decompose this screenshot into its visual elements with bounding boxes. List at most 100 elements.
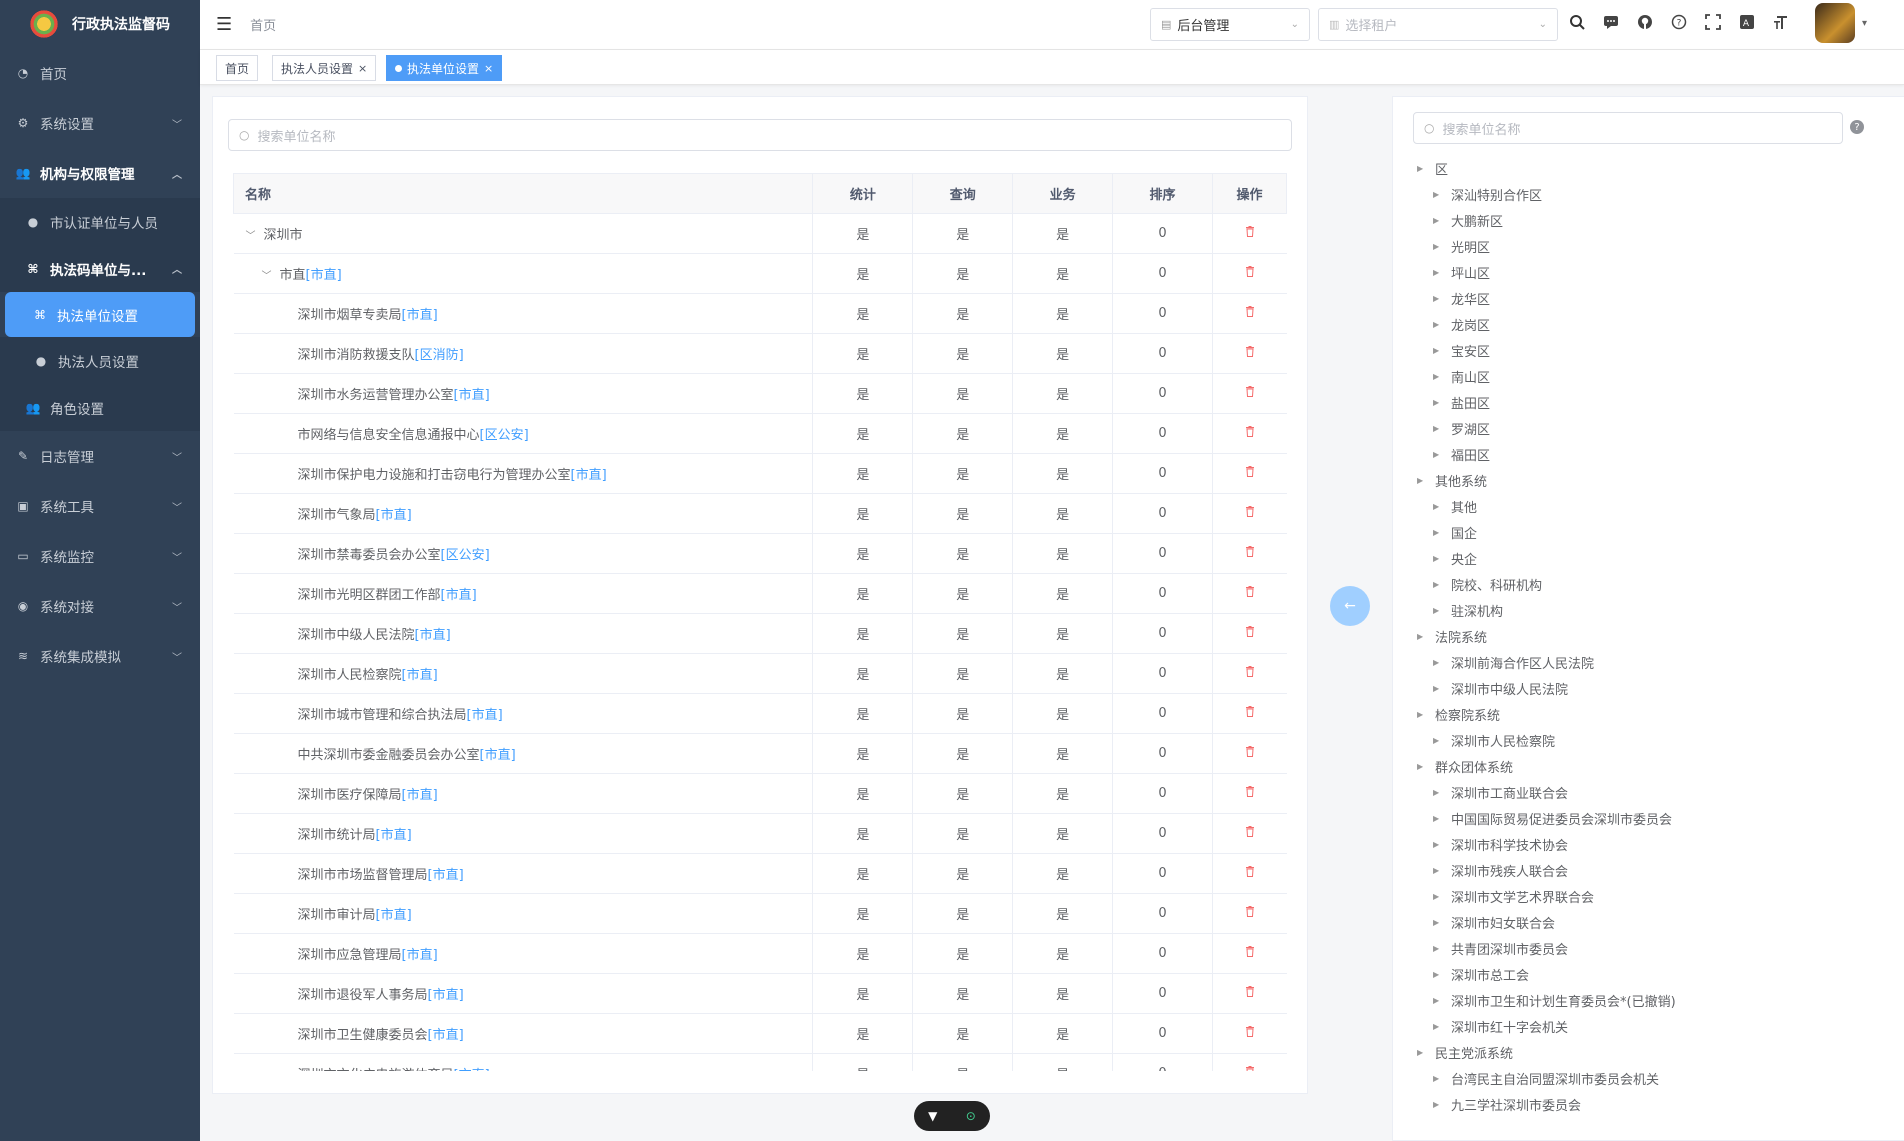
delete-icon[interactable] bbox=[1245, 586, 1255, 600]
caret-right-icon[interactable]: ▶ bbox=[1417, 1048, 1427, 1057]
sidebar-item-8[interactable]: ✎ 日志管理 ﹀ bbox=[0, 431, 200, 481]
caret-right-icon[interactable]: ▶ bbox=[1433, 294, 1443, 303]
tree-node[interactable]: ▶ 检察院系统 bbox=[1400, 701, 1676, 727]
caret-right-icon[interactable]: ▶ bbox=[1433, 502, 1443, 511]
delete-icon[interactable] bbox=[1245, 1026, 1255, 1040]
column-header[interactable]: 排序 bbox=[1112, 173, 1213, 214]
tree-node[interactable]: ▶ 坪山区 bbox=[1400, 259, 1676, 285]
caret-right-icon[interactable]: ▶ bbox=[1433, 1022, 1443, 1031]
delete-icon[interactable] bbox=[1245, 466, 1255, 480]
help-icon[interactable]: ? bbox=[1670, 13, 1688, 31]
sidebar-item-5[interactable]: ⌘ 执法单位设置 bbox=[5, 292, 195, 337]
unit-search-input[interactable]: ○ 搜索单位名称 bbox=[228, 119, 1292, 151]
message-icon[interactable] bbox=[1602, 13, 1620, 31]
fullscreen-icon[interactable] bbox=[1704, 13, 1722, 31]
tree-node[interactable]: ▶ 光明区 bbox=[1400, 233, 1676, 259]
tenant-select[interactable]: ▥ 选择租户 ⌄ bbox=[1318, 8, 1558, 41]
sidebar-item-0[interactable]: ◔ 首页 bbox=[0, 48, 200, 98]
caret-right-icon[interactable]: ▶ bbox=[1433, 268, 1443, 277]
delete-icon[interactable] bbox=[1245, 346, 1255, 360]
caret-right-icon[interactable]: ▶ bbox=[1433, 450, 1443, 459]
tree-node[interactable]: ▶ 罗湖区 bbox=[1400, 415, 1676, 441]
caret-down-icon[interactable]: ▾ bbox=[1862, 18, 1867, 29]
caret-right-icon[interactable]: ▶ bbox=[1433, 892, 1443, 901]
tree-node[interactable]: ▶ 群众团体系统 bbox=[1400, 753, 1676, 779]
column-header[interactable]: 操作 bbox=[1212, 173, 1287, 214]
caret-right-icon[interactable]: ▶ bbox=[1433, 814, 1443, 823]
delete-icon[interactable] bbox=[1245, 826, 1255, 840]
caret-right-icon[interactable]: ▶ bbox=[1433, 424, 1443, 433]
vue-icon[interactable]: ▼ bbox=[928, 1109, 937, 1123]
caret-right-icon[interactable]: ▶ bbox=[1433, 684, 1443, 693]
table-row[interactable]: 深圳市消防救援支队[区消防] 是是是 0 bbox=[233, 333, 1287, 374]
sidebar-item-1[interactable]: ⚙ 系统设置 ﹀ bbox=[0, 98, 200, 148]
delete-icon[interactable] bbox=[1245, 426, 1255, 440]
tree-node[interactable]: ▶ 深圳市科学技术协会 bbox=[1400, 831, 1676, 857]
tree-node[interactable]: ▶ 区 bbox=[1400, 155, 1676, 181]
sidebar-item-11[interactable]: ◉ 系统对接 ﹀ bbox=[0, 581, 200, 631]
caret-right-icon[interactable]: ▶ bbox=[1433, 866, 1443, 875]
table-row[interactable]: 深圳市人民检察院[市直] 是是是 0 bbox=[233, 653, 1287, 694]
app-logo[interactable]: 行政执法监督码 bbox=[0, 0, 200, 48]
delete-icon[interactable] bbox=[1245, 386, 1255, 400]
close-icon[interactable]: × bbox=[358, 62, 367, 75]
sidebar-item-3[interactable]: ● 市认证单位与人员 bbox=[0, 198, 200, 245]
caret-right-icon[interactable]: ▶ bbox=[1433, 1074, 1443, 1083]
font-size-icon[interactable] bbox=[1772, 13, 1790, 31]
caret-right-icon[interactable]: ▶ bbox=[1417, 762, 1427, 771]
tab-1[interactable]: 执法人员设置 × bbox=[272, 55, 377, 81]
delete-icon[interactable] bbox=[1245, 226, 1255, 240]
tree-node[interactable]: ▶ 盐田区 bbox=[1400, 389, 1676, 415]
tree-node[interactable]: ▶ 九三学社深圳市委员会 bbox=[1400, 1091, 1676, 1117]
table-row[interactable]: 深圳市医疗保障局[市直] 是是是 0 bbox=[233, 773, 1287, 814]
caret-right-icon[interactable]: ▶ bbox=[1433, 788, 1443, 797]
tree-node[interactable]: ▶ 深圳市总工会 bbox=[1400, 961, 1676, 987]
tree-node[interactable]: ▶ 法院系统 bbox=[1400, 623, 1676, 649]
tree-node[interactable]: ▶ 其他系统 bbox=[1400, 467, 1676, 493]
search-icon[interactable] bbox=[1568, 13, 1586, 31]
tree-node[interactable]: ▶ 深圳市人民检察院 bbox=[1400, 727, 1676, 753]
github-icon[interactable] bbox=[1636, 13, 1654, 31]
table-row[interactable]: 深圳市城市管理和综合执法局[市直] 是是是 0 bbox=[233, 693, 1287, 734]
sidebar-item-10[interactable]: ▭ 系统监控 ﹀ bbox=[0, 531, 200, 581]
caret-right-icon[interactable]: ▶ bbox=[1417, 164, 1427, 173]
help-circle-icon[interactable]: ? bbox=[1850, 120, 1864, 134]
delete-icon[interactable] bbox=[1245, 546, 1255, 560]
caret-right-icon[interactable]: ▶ bbox=[1433, 840, 1443, 849]
caret-right-icon[interactable]: ▶ bbox=[1433, 580, 1443, 589]
delete-icon[interactable] bbox=[1245, 746, 1255, 760]
caret-right-icon[interactable]: ▶ bbox=[1433, 554, 1443, 563]
delete-icon[interactable] bbox=[1245, 666, 1255, 680]
caret-right-icon[interactable]: ▶ bbox=[1433, 528, 1443, 537]
expand-chevron-icon[interactable]: ﹀ bbox=[246, 227, 260, 242]
tree-node[interactable]: ▶ 深圳市中级人民法院 bbox=[1400, 675, 1676, 701]
table-row[interactable]: ﹀ 市直[市直] 是是是 0 bbox=[233, 253, 1287, 294]
tree-node[interactable]: ▶ 深汕特别合作区 bbox=[1400, 181, 1676, 207]
breadcrumb[interactable]: 首页 bbox=[250, 15, 276, 34]
tab-0[interactable]: 首页 bbox=[216, 55, 259, 81]
tree-node[interactable]: ▶ 驻深机构 bbox=[1400, 597, 1676, 623]
tree-node[interactable]: ▶ 龙岗区 bbox=[1400, 311, 1676, 337]
transfer-left-button[interactable]: ← bbox=[1330, 586, 1370, 626]
caret-right-icon[interactable]: ▶ bbox=[1433, 190, 1443, 199]
hamburger-icon[interactable]: ☰ bbox=[216, 14, 232, 35]
tree-node[interactable]: ▶ 深圳市文学艺术界联合会 bbox=[1400, 883, 1676, 909]
tree-node[interactable]: ▶ 深圳市残疾人联合会 bbox=[1400, 857, 1676, 883]
delete-icon[interactable] bbox=[1245, 306, 1255, 320]
table-row[interactable]: ﹀ 深圳市是是是 0 bbox=[233, 213, 1287, 254]
caret-right-icon[interactable]: ▶ bbox=[1433, 216, 1443, 225]
translate-icon[interactable]: A bbox=[1738, 13, 1756, 31]
tree-node[interactable]: ▶ 院校、科研机构 bbox=[1400, 571, 1676, 597]
target-icon[interactable]: ⊙ bbox=[966, 1109, 976, 1123]
table-row[interactable]: 深圳市审计局[市直] 是是是 0 bbox=[233, 893, 1287, 934]
table-row[interactable]: 深圳市统计局[市直] 是是是 0 bbox=[233, 813, 1287, 854]
caret-right-icon[interactable]: ▶ bbox=[1417, 476, 1427, 485]
tree-node[interactable]: ▶ 其他 bbox=[1400, 493, 1676, 519]
sidebar-item-2[interactable]: 👥 机构与权限管理 ︿ bbox=[0, 148, 200, 198]
delete-icon[interactable] bbox=[1245, 906, 1255, 920]
caret-right-icon[interactable]: ▶ bbox=[1433, 398, 1443, 407]
table-row[interactable]: 中共深圳市委金融委员会办公室[市直] 是是是 0 bbox=[233, 733, 1287, 774]
table-row[interactable]: 深圳市光明区群团工作部[市直] 是是是 0 bbox=[233, 573, 1287, 614]
tree-node[interactable]: ▶ 深圳前海合作区人民法院 bbox=[1400, 649, 1676, 675]
tree-node[interactable]: ▶ 宝安区 bbox=[1400, 337, 1676, 363]
